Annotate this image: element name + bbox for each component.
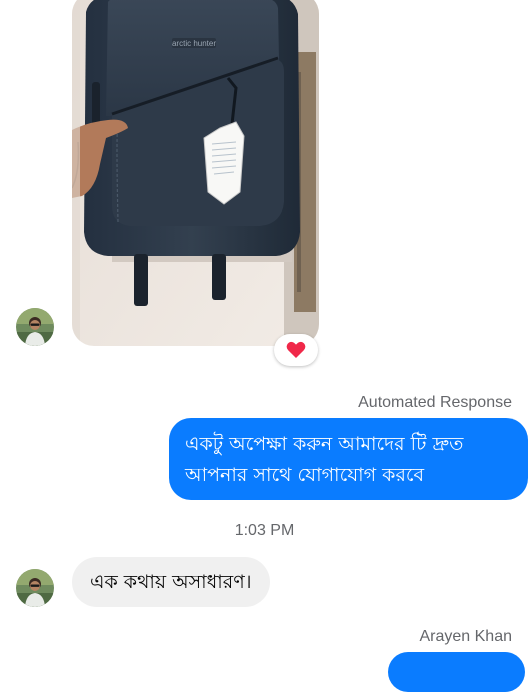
avatar-photo xyxy=(16,569,54,607)
heart-icon xyxy=(286,341,306,358)
backpack-photo: arctic hunter xyxy=(72,0,319,346)
reaction-badge[interactable] xyxy=(274,334,318,366)
outgoing-message-bubble[interactable] xyxy=(388,652,525,692)
image-message[interactable]: arctic hunter xyxy=(72,0,319,346)
incoming-message-bubble[interactable]: এক কথায় অসাধারণ। xyxy=(72,557,270,607)
incoming-message-text: এক কথায় অসাধারণ। xyxy=(90,571,252,593)
automated-response-label: Automated Response xyxy=(358,394,512,411)
avatar[interactable] xyxy=(16,569,54,607)
bag-brand-text: arctic hunter xyxy=(172,39,216,48)
avatar[interactable] xyxy=(16,308,54,346)
outgoing-message-text: একটু অপেক্ষা করুন আমাদের টি দ্রুত আপনার … xyxy=(185,433,464,486)
sender-name: Arayen Khan xyxy=(419,628,512,645)
message-timestamp: 1:03 PM xyxy=(234,522,295,539)
avatar-photo xyxy=(16,308,54,346)
outgoing-message-bubble[interactable]: একটু অপেক্ষা করুন আমাদের টি দ্রুত আপনার … xyxy=(169,418,528,500)
